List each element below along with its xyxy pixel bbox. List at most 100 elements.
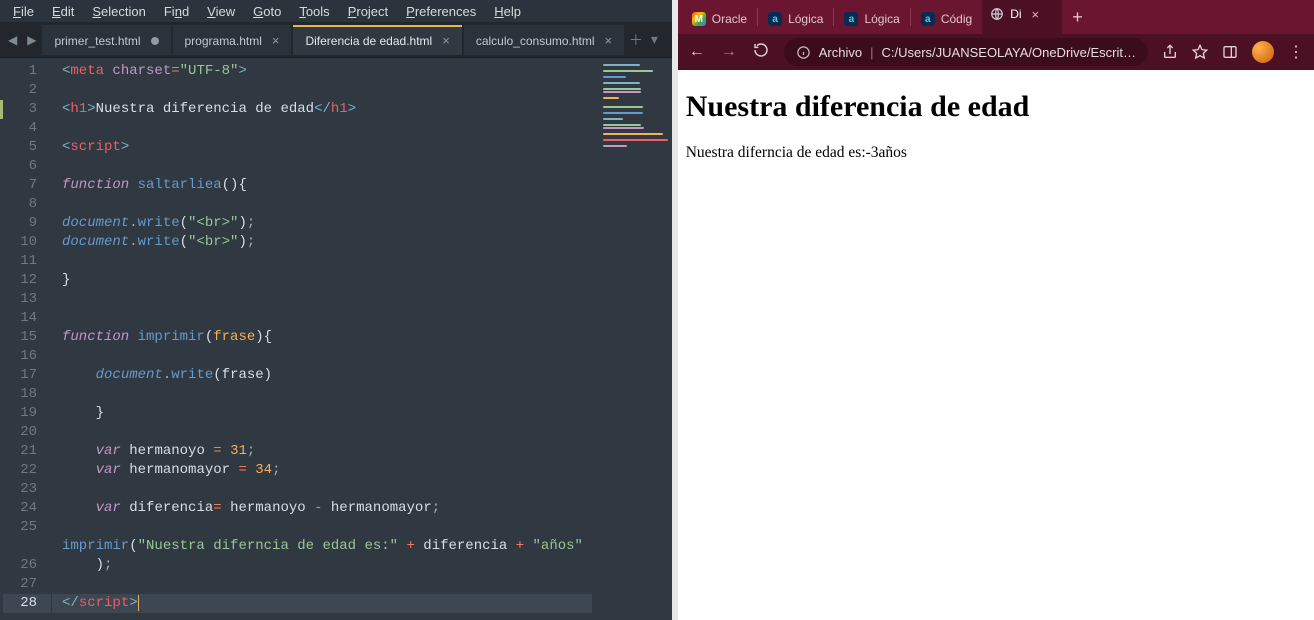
new-tab-button[interactable]: ＋ xyxy=(629,30,643,50)
line-number: 3 xyxy=(0,100,51,119)
reload-button[interactable] xyxy=(752,42,770,63)
dirty-dot-icon[interactable] xyxy=(151,37,159,45)
line-number: 24 xyxy=(0,499,51,518)
code-line: <script> xyxy=(52,138,592,157)
menu-item-goto[interactable]: Goto xyxy=(246,4,288,19)
menu-item-edit[interactable]: Edit xyxy=(45,4,81,19)
line-number: 10 xyxy=(0,233,51,252)
code-line: document.write("<br>"); xyxy=(52,233,592,252)
line-number: 12 xyxy=(0,271,51,290)
code-line: var diferencia= hermanoyo - hermanomayor… xyxy=(52,499,592,518)
code-line: </script> xyxy=(52,594,592,613)
code-line xyxy=(52,347,592,366)
sublime-editor: File Edit Selection Find View Goto Tools Projec… xyxy=(0,0,672,620)
code-line xyxy=(52,575,592,594)
menu-item-preferences[interactable]: Preferences xyxy=(399,4,483,19)
browser-tab[interactable]: MOracle xyxy=(682,4,757,34)
code-line xyxy=(52,385,592,404)
code-line: document.write("<br>"); xyxy=(52,214,592,233)
back-button[interactable]: ← xyxy=(688,43,706,61)
menu-item-tools[interactable]: Tools xyxy=(292,4,336,19)
favicon-icon xyxy=(990,7,1004,21)
tab-nav-right-icon[interactable]: ▶ xyxy=(23,33,40,47)
browser-tab[interactable]: aLógica xyxy=(758,4,833,34)
bookmark-star-icon[interactable] xyxy=(1192,44,1208,60)
rendered-page: Nuestra diferencia de edad Nuestra difer… xyxy=(678,70,1314,620)
code-line xyxy=(52,81,592,100)
code-line: function saltarliea(){ xyxy=(52,176,592,195)
info-icon xyxy=(796,45,811,60)
side-panel-icon[interactable] xyxy=(1222,44,1238,60)
browser-tab[interactable]: aLógica xyxy=(834,4,909,34)
menu-item-selection[interactable]: Selection xyxy=(85,4,152,19)
line-number: 21 xyxy=(0,442,51,461)
line-number: 1 xyxy=(0,62,51,81)
menu-item-help[interactable]: Help xyxy=(487,4,528,19)
code-line xyxy=(52,309,592,328)
close-tab-icon[interactable]: × xyxy=(1032,7,1040,22)
code-line xyxy=(52,290,592,309)
editor-tab[interactable]: primer_test.html xyxy=(42,25,170,55)
close-tab-icon[interactable]: × xyxy=(442,33,450,48)
menu-item-view[interactable]: View xyxy=(200,4,242,19)
line-number: 19 xyxy=(0,404,51,423)
line-number-gutter: 1234567891011121314151617181920212223242… xyxy=(0,58,52,620)
line-number: 5 xyxy=(0,138,51,157)
page-body-text: Nuestra diferncia de edad es:-3años xyxy=(686,144,1306,162)
code-line: function imprimir(frase){ xyxy=(52,328,592,347)
minimap[interactable] xyxy=(592,58,672,620)
code-line: <h1>Nuestra diferencia de edad</h1> xyxy=(52,100,592,119)
omnibox-path: C:/Users/JUANSEOLAYA/OneDrive/Escrit… xyxy=(881,45,1136,60)
sublime-menu-bar: File Edit Selection Find View Goto Tools Projec… xyxy=(0,0,672,22)
share-icon[interactable] xyxy=(1162,44,1178,60)
browser-tab-strip: MOracleaLógicaaLógicaaCódigDi×+ xyxy=(678,0,1314,34)
forward-button[interactable]: → xyxy=(720,43,738,61)
line-number: 18 xyxy=(0,385,51,404)
omnibox[interactable]: Archivo | C:/Users/JUANSEOLAYA/OneDrive/… xyxy=(784,38,1148,66)
code-line: imprimir("Nuestra diferncia de edad es:"… xyxy=(52,537,592,556)
line-number: 15 xyxy=(0,328,51,347)
browser-tab-label: Lógica xyxy=(788,12,823,26)
line-number: 11 xyxy=(0,252,51,271)
text-cursor xyxy=(138,595,139,611)
editor-tab[interactable]: Diferencia de edad.html× xyxy=(293,25,461,55)
tab-overflow-button[interactable]: ▾ xyxy=(651,31,658,48)
browser-tab[interactable]: Di × xyxy=(982,0,1062,34)
menu-item-find[interactable]: Find xyxy=(157,4,196,19)
editor-tab[interactable]: programa.html × xyxy=(173,25,292,55)
page-heading: Nuestra diferencia de edad xyxy=(686,90,1306,124)
chrome-menu-button[interactable]: ⋮ xyxy=(1288,42,1304,62)
diff-marker xyxy=(0,100,3,119)
tab-nav-left-icon[interactable]: ◀ xyxy=(4,33,21,47)
code-line: } xyxy=(52,271,592,290)
browser-tab[interactable]: aCódig xyxy=(911,4,982,34)
profile-avatar[interactable] xyxy=(1252,41,1274,63)
menu-item-project[interactable]: Project xyxy=(341,4,395,19)
toolbar-actions: ⋮ xyxy=(1162,41,1304,63)
line-number: 25 xyxy=(0,518,51,537)
line-number: 16 xyxy=(0,347,51,366)
code-line xyxy=(52,119,592,138)
line-number: 26 xyxy=(0,556,51,575)
browser-toolbar: ← → Archivo | C:/Users/JUANSEOLAYA/OneDr… xyxy=(678,34,1314,70)
browser-tab-label: Di xyxy=(1010,7,1021,21)
sublime-tab-bar: ◀ ▶ primer_test.htmlprograma.html×Difere… xyxy=(0,22,672,58)
code-area[interactable]: <meta charset="UTF-8"><h1>Nuestra difere… xyxy=(52,58,592,620)
menu-item-file[interactable]: File xyxy=(6,4,41,19)
code-line xyxy=(52,195,592,214)
line-number: 2 xyxy=(0,81,51,100)
code-line: var hermanomayor = 34; xyxy=(52,461,592,480)
line-number: 4 xyxy=(0,119,51,138)
new-tab-button[interactable]: + xyxy=(1062,1,1093,34)
close-tab-icon[interactable]: × xyxy=(272,33,280,48)
code-line: document.write(frase) xyxy=(52,366,592,385)
close-tab-icon[interactable]: × xyxy=(605,33,613,48)
editor-tab[interactable]: calculo_consumo.html × xyxy=(464,25,624,55)
line-number: 9 xyxy=(0,214,51,233)
editor-tab-label: calculo_consumo.html xyxy=(476,34,595,48)
line-number: 20 xyxy=(0,423,51,442)
line-number: 8 xyxy=(0,195,51,214)
editor-tab-label: programa.html xyxy=(185,34,262,48)
code-line: var hermanoyo = 31; xyxy=(52,442,592,461)
code-line xyxy=(52,157,592,176)
